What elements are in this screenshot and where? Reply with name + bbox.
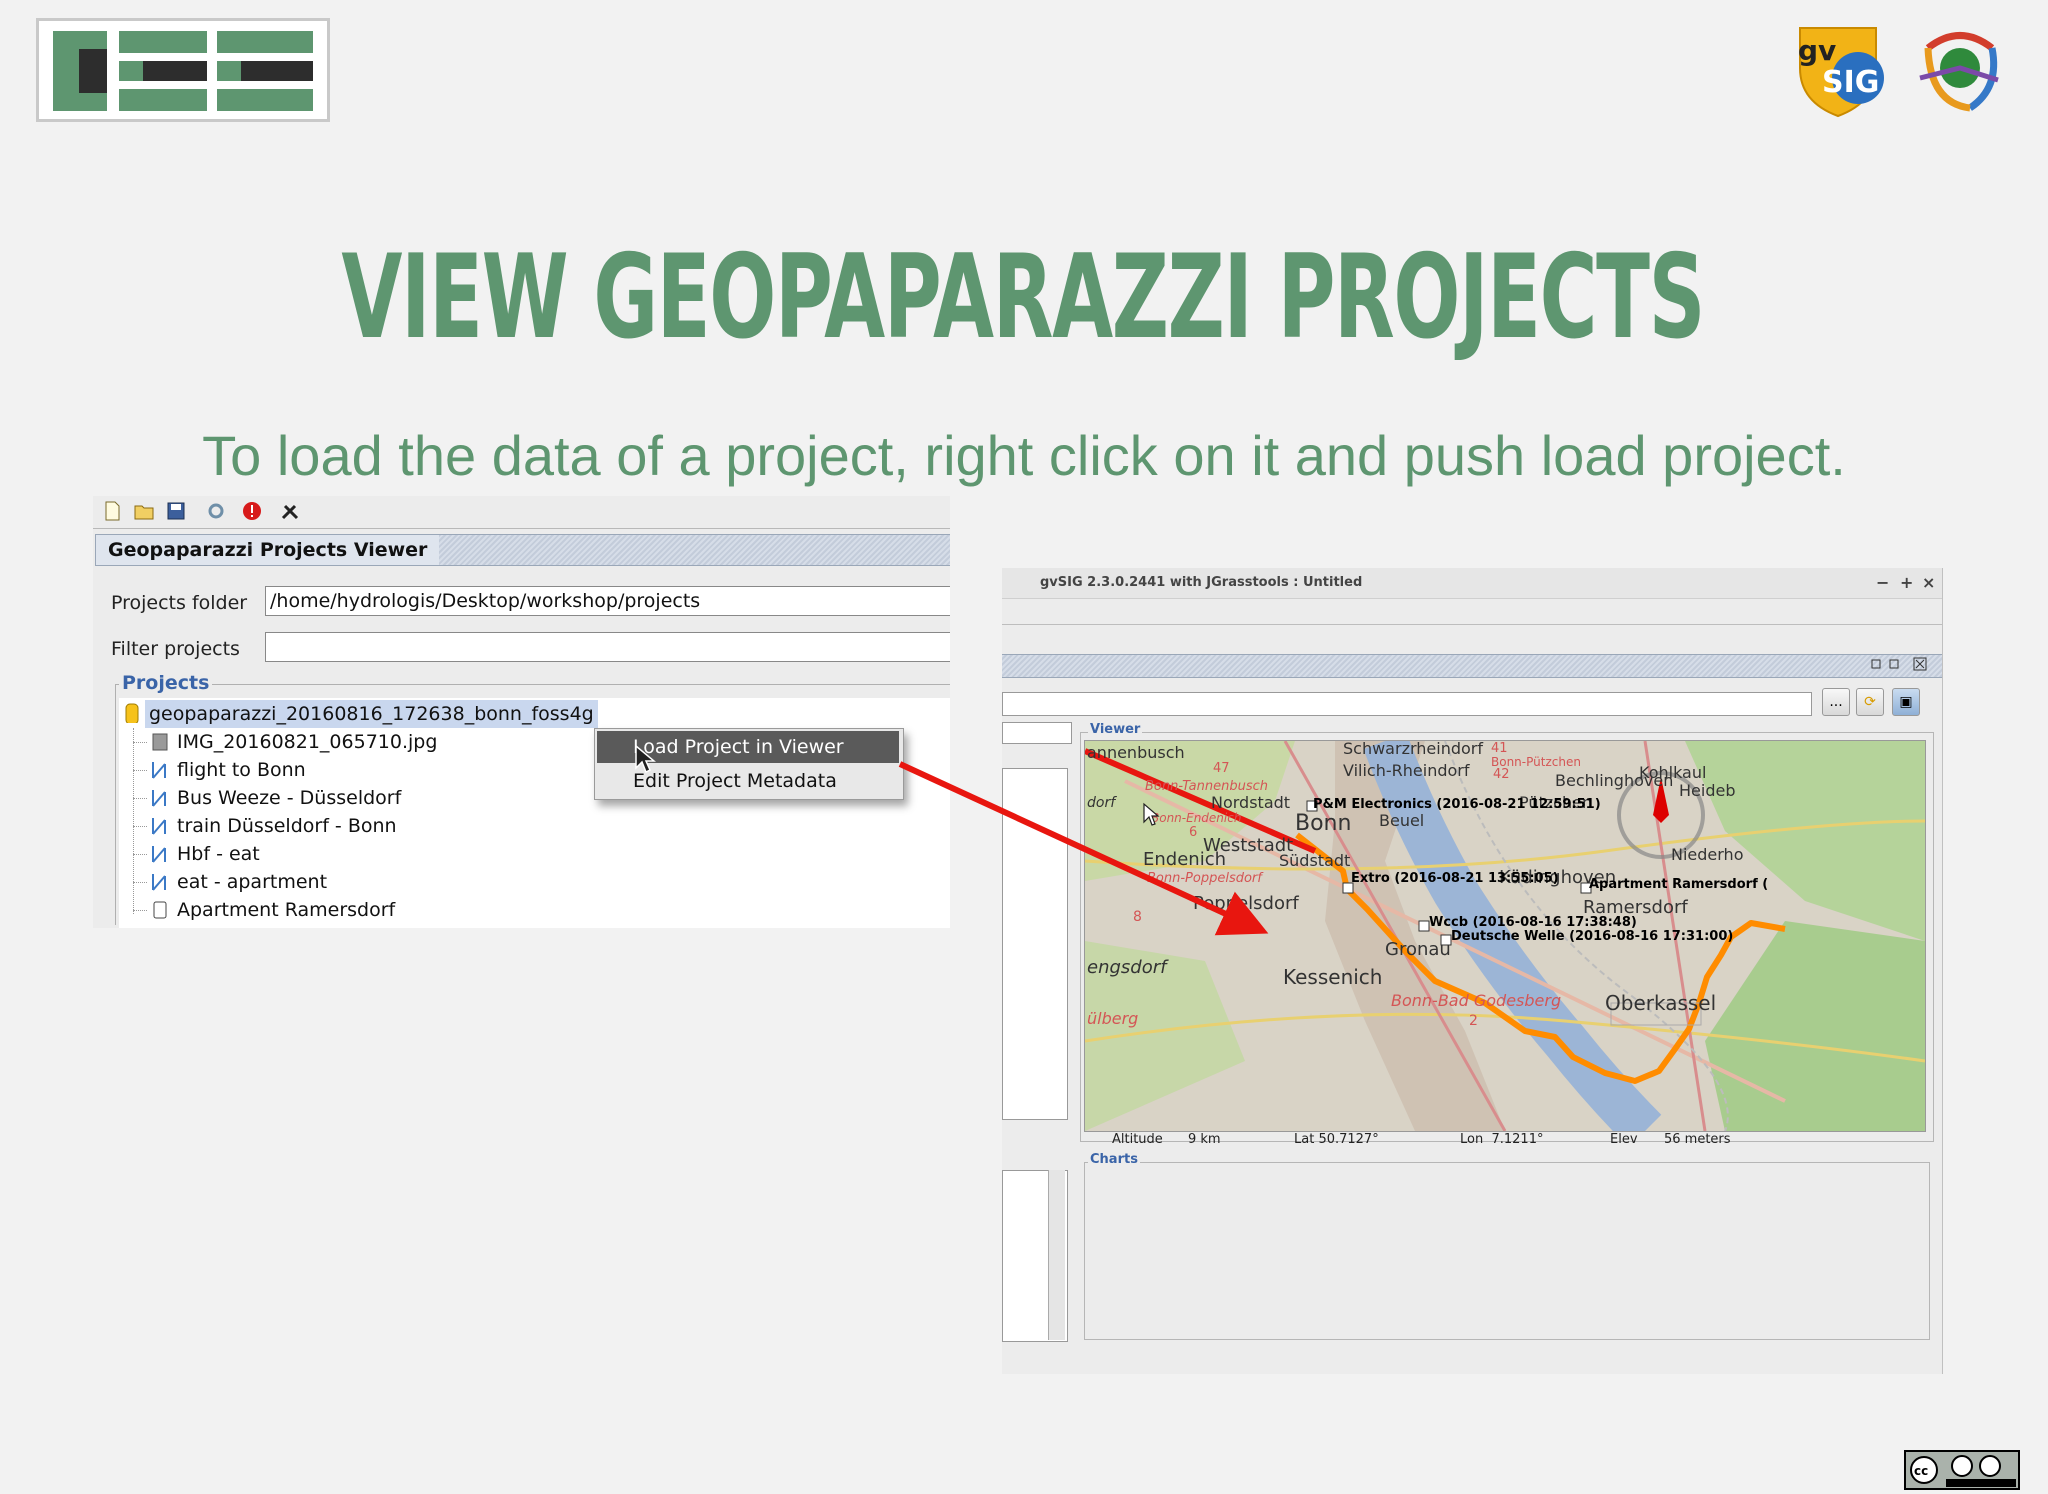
- new-file-icon[interactable]: [101, 500, 123, 522]
- track-icon: [152, 790, 166, 807]
- error-icon[interactable]: [241, 500, 263, 522]
- track-icon: [152, 846, 166, 863]
- projects-group-label: Projects: [119, 672, 213, 694]
- poi-label: Wccb (2016-08-16 17:38:48): [1429, 915, 1637, 930]
- tree-item-label: Apartment Ramersdorf: [177, 899, 396, 921]
- map-label: Südstadt: [1279, 851, 1351, 870]
- map-label: Bonn-Bad Godesberg: [1391, 991, 1562, 1010]
- viewer-toolbar: [93, 496, 950, 529]
- track-icon: [152, 874, 166, 891]
- image-icon: [152, 733, 168, 751]
- svg-text:SIG: SIG: [1822, 65, 1879, 100]
- slide-title: VIEW GEOPAPARAZZI PROJECTS: [341, 230, 1705, 365]
- minimize-button[interactable]: −: [1876, 568, 1889, 598]
- red-arrow: [898, 761, 1269, 936]
- road-number: 42: [1493, 767, 1510, 782]
- elevation-value: 56 meters: [1664, 1132, 1731, 1147]
- map-label: Bonn: [1295, 811, 1352, 836]
- filter-projects-label: Filter projects: [111, 638, 240, 660]
- database-icon: [125, 703, 139, 723]
- cc-by-sa-badge: cc: [1904, 1450, 2020, 1490]
- window-titlebar: gvSIG 2.3.0.2441 with JGrasstools : Unti…: [1002, 568, 1942, 599]
- tree-item-label: IMG_20160821_065710.jpg: [177, 731, 438, 753]
- poi-label: P&M Electronics (2016-08-21 12:59:51): [1313, 797, 1601, 812]
- inner-panel-header: [1002, 654, 1942, 678]
- tree-item-label: Bus Weeze - Düsseldorf: [177, 787, 402, 809]
- mouse-cursor-icon: [635, 744, 656, 774]
- tree-item-label: eat - apartment: [177, 871, 328, 893]
- road-number: 2: [1469, 1013, 1478, 1029]
- charts-group: [1084, 1162, 1930, 1340]
- map-label: engsdorf: [1087, 957, 1167, 978]
- tree-item-label: train Düsseldorf - Bonn: [177, 815, 397, 837]
- latitude-value: Lat 50.7127°: [1294, 1132, 1379, 1147]
- map-label: Gronau: [1385, 939, 1451, 960]
- projects-folder-label: Projects folder: [111, 592, 248, 614]
- poi-label: Deutsche Welle (2016-08-16 17:31:00): [1451, 929, 1734, 944]
- close-button[interactable]: ×: [1922, 568, 1935, 598]
- longitude-value: Lon 7.1211°: [1460, 1132, 1544, 1147]
- map-label: Kohlkaul: [1639, 763, 1707, 782]
- window-title: gvSIG 2.3.0.2441 with JGrasstools : Unti…: [1040, 575, 1363, 590]
- map-label: Vilich-Rheindorf: [1343, 761, 1470, 780]
- panel-controls-icon[interactable]: [1870, 656, 1930, 674]
- altitude-value: 9 km: [1188, 1132, 1221, 1147]
- tree-item-label: Hbf - eat: [177, 843, 260, 865]
- map-label: ülberg: [1087, 1009, 1139, 1028]
- filter-projects-field[interactable]: [265, 632, 950, 662]
- save-icon[interactable]: [165, 500, 187, 522]
- gvsig-logo: gv SIG: [1798, 27, 1884, 118]
- tree-item-label: flight to Bonn: [177, 759, 306, 781]
- elevation-label: Elev: [1610, 1132, 1638, 1147]
- poi-label: Apartment Ramersdorf (: [1589, 877, 1769, 892]
- map-label: Schwarzrheindorf: [1343, 740, 1483, 758]
- map-label: Oberkassel: [1605, 991, 1717, 1015]
- browse-button[interactable]: ...: [1822, 688, 1850, 716]
- map-label: Kessenich: [1283, 965, 1383, 989]
- gvsig-window: gvSIG 2.3.0.2441 with JGrasstools : Unti…: [1002, 568, 1943, 1374]
- svg-text:gv: gv: [1798, 34, 1836, 67]
- viewer-label: Viewer: [1088, 722, 1143, 737]
- svg-text:cc: cc: [1914, 1464, 1928, 1478]
- track-icon: [152, 762, 166, 779]
- scrollbar[interactable]: [1048, 1170, 1065, 1340]
- path-field[interactable]: [1002, 692, 1812, 716]
- map-label: Beuel: [1379, 811, 1425, 830]
- note-icon: [153, 901, 167, 919]
- refresh-icon[interactable]: [205, 500, 227, 522]
- tools-icon[interactable]: [279, 500, 301, 522]
- slide-subtitle: To load the data of a project, right cli…: [202, 424, 1846, 487]
- hee-logo: [36, 18, 330, 122]
- track-icon: [152, 818, 166, 835]
- map-label: Niederho: [1671, 845, 1744, 864]
- projects-viewer-panel: Geopaparazzi Projects Viewer Projects fo…: [93, 496, 950, 928]
- road-number: 41: [1491, 741, 1508, 756]
- projects-folder-field[interactable]: /home/hydrologis/Desktop/workshop/projec…: [265, 586, 950, 616]
- altitude-label: Altitude: [1112, 1132, 1163, 1147]
- charts-label: Charts: [1088, 1152, 1140, 1167]
- panel-title: Geopaparazzi Projects Viewer: [96, 535, 440, 565]
- map-label: Heideb: [1679, 781, 1736, 800]
- export-icon[interactable]: ▣: [1892, 688, 1920, 716]
- load-icon[interactable]: ⟳: [1856, 688, 1884, 716]
- panel-header: Geopaparazzi Projects Viewer: [95, 534, 950, 566]
- jgrasstools-logo: [1919, 32, 1999, 112]
- maximize-button[interactable]: +: [1900, 568, 1913, 598]
- project-root-label: geopaparazzi_20160816_172638_bonn_foss4g: [145, 700, 598, 728]
- poi-label: Extro (2016-08-21 13:55:05): [1351, 871, 1559, 886]
- open-folder-icon[interactable]: [133, 500, 155, 522]
